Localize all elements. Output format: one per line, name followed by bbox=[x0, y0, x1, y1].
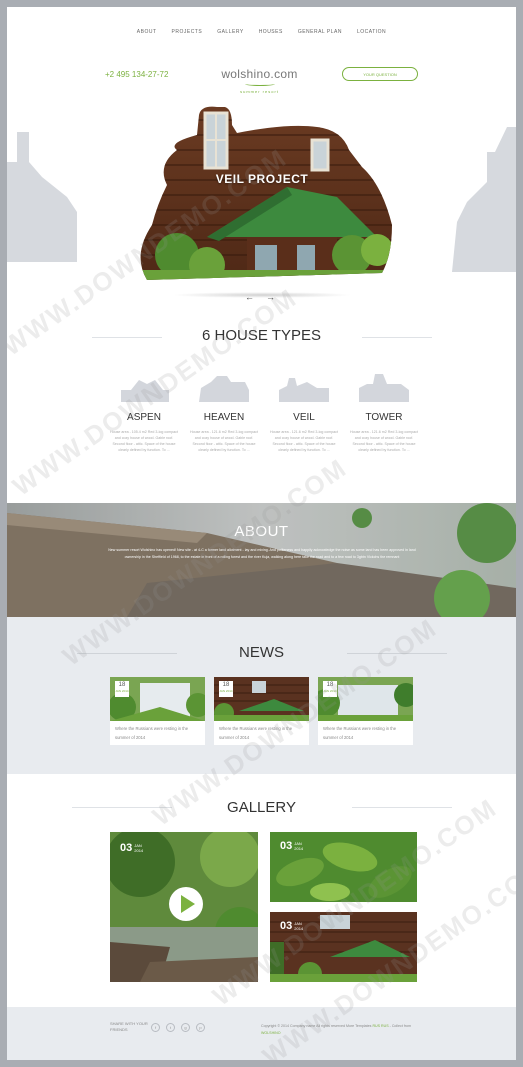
phone-number[interactable]: +2 495 134-27-72 bbox=[105, 70, 168, 79]
news-title: NEWS bbox=[239, 644, 284, 661]
gallery-date: 03 JAN 2014 bbox=[280, 920, 304, 932]
nav-about[interactable]: ABOUT bbox=[137, 29, 157, 35]
house-type-heaven[interactable]: HEAVEN House area - 121.6 m2 Red 3-log c… bbox=[189, 372, 259, 453]
nav-houses[interactable]: HOUSES bbox=[259, 29, 283, 35]
news-card[interactable]: 18 JAN 2014 Where the Russians were resti… bbox=[110, 677, 205, 745]
news-list: 18 JAN 2014 Where the Russians were resti… bbox=[110, 677, 413, 745]
nav-general-plan[interactable]: GENERAL PLAN bbox=[298, 29, 342, 35]
google-plus-icon[interactable]: g bbox=[181, 1023, 190, 1032]
copyright: Copyright © 2014 Company name All rights… bbox=[261, 1024, 412, 1035]
about-title: ABOUT bbox=[234, 523, 289, 540]
facebook-icon[interactable]: f bbox=[151, 1023, 160, 1032]
footer-link[interactable]: RUS bbox=[372, 1024, 380, 1028]
logo[interactable]: wolshino.com summer resort bbox=[197, 67, 322, 94]
about-text: New summer resort Wolshino has opened! N… bbox=[108, 548, 416, 559]
house-types-list: ASPEN House area - 105.4 m2 Red 3-log co… bbox=[109, 372, 419, 453]
side-house-silhouette-right bbox=[452, 127, 516, 272]
news-image: 18 JAN 2014 bbox=[214, 677, 309, 721]
news-card[interactable]: 18 JAN 2014 Where the Russians were resti… bbox=[214, 677, 309, 745]
house-type-veil[interactable]: VEIL House area - 121.6 m2 Red 3-log com… bbox=[269, 372, 339, 453]
news-text: Where the Russians were resting in the s… bbox=[219, 726, 293, 740]
pinterest-icon[interactable]: p bbox=[196, 1023, 205, 1032]
footer-link[interactable]: WOLSHINO bbox=[261, 1031, 281, 1035]
news-date: 18 JAN 2014 bbox=[323, 681, 337, 697]
house-silhouette-icon bbox=[278, 378, 329, 402]
house-silhouette-icon bbox=[120, 380, 169, 402]
gallery-image-large[interactable] bbox=[110, 832, 258, 982]
house-silhouette-icon bbox=[358, 374, 409, 402]
news-date: 18 JAN 2014 bbox=[219, 681, 233, 697]
nav-gallery[interactable]: GALLERY bbox=[217, 29, 243, 35]
gallery-date: 03 JAN 2014 bbox=[120, 842, 144, 854]
social-links: f t g p bbox=[151, 1023, 205, 1032]
news-image: 18 JAN 2014 bbox=[110, 677, 205, 721]
house-type-name: VEIL bbox=[293, 412, 315, 423]
logo-text: wolshino.com bbox=[221, 67, 298, 81]
hero-house-image bbox=[140, 106, 392, 280]
logo-tagline: summer resort bbox=[240, 89, 279, 94]
prev-arrow-icon[interactable]: ← bbox=[245, 292, 254, 302]
footer-link[interactable]: RUS bbox=[381, 1024, 389, 1028]
gallery-title: GALLERY bbox=[227, 799, 296, 816]
hero-title: VEIL PROJECT bbox=[215, 172, 309, 186]
house-silhouette-icon bbox=[198, 376, 249, 402]
news-card[interactable]: 18 JAN 2014 Where the Russians were resti… bbox=[318, 677, 413, 745]
house-type-name: TOWER bbox=[365, 412, 403, 423]
nav-projects[interactable]: PROJECTS bbox=[172, 29, 203, 35]
house-type-tower[interactable]: TOWER House area - 121.6 m2 Red 3-log co… bbox=[349, 372, 419, 453]
slider-arrows: ← → bbox=[245, 292, 275, 302]
news-image: 18 JAN 2014 bbox=[318, 677, 413, 721]
your-question-button[interactable]: YOUR QUESTION bbox=[342, 67, 418, 81]
news-text: Where the Russians were resting in the s… bbox=[115, 726, 189, 740]
house-type-desc: House area - 105.4 m2 Red 3-log compact … bbox=[110, 430, 178, 452]
house-type-name: ASPEN bbox=[127, 412, 161, 423]
news-date: 18 JAN 2014 bbox=[115, 681, 129, 697]
main-nav: ABOUT PROJECTS GALLERY HOUSES GENERAL PL… bbox=[7, 29, 516, 35]
house-types-title: 6 HOUSE TYPES bbox=[202, 327, 321, 344]
house-type-desc: House area - 121.6 m2 Red 3-log compact … bbox=[270, 430, 338, 452]
gallery-date: 03 JAN 2014 bbox=[280, 840, 304, 852]
house-type-desc: House area - 121.6 m2 Red 3-log compact … bbox=[190, 430, 258, 452]
nav-location[interactable]: LOCATION bbox=[357, 29, 386, 35]
logo-wave-icon bbox=[244, 82, 275, 86]
side-house-silhouette-left bbox=[7, 132, 77, 262]
news-text: Where the Russians were resting in the s… bbox=[323, 726, 397, 740]
next-arrow-icon[interactable]: → bbox=[266, 292, 275, 302]
twitter-icon[interactable]: t bbox=[166, 1023, 175, 1032]
house-type-name: HEAVEN bbox=[203, 412, 245, 423]
page: ABOUT PROJECTS GALLERY HOUSES GENERAL PL… bbox=[7, 7, 516, 1060]
share-label: SHARE WITH YOUR FRIENDS bbox=[110, 1021, 148, 1032]
house-type-aspen[interactable]: ASPEN House area - 105.4 m2 Red 3-log co… bbox=[109, 372, 179, 453]
house-type-desc: House area - 121.6 m2 Red 3-log compact … bbox=[350, 430, 418, 452]
